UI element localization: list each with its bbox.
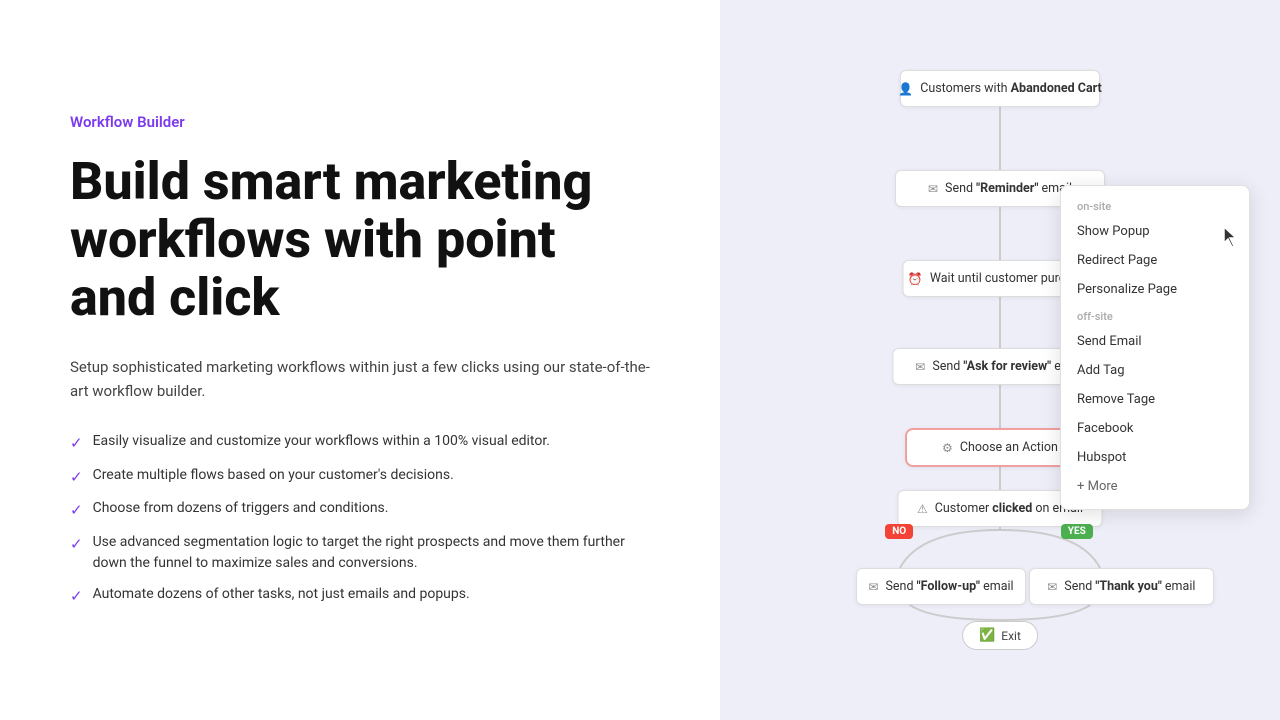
headline: Build smart marketing workflows with poi…: [70, 153, 650, 328]
remove-tag-item[interactable]: Remove Tage: [1061, 385, 1249, 414]
check-icon: ✓: [70, 585, 83, 608]
features-list: ✓ Easily visualize and customize your wo…: [70, 431, 650, 607]
thankyou-email-node: ✉ Send "Thank you" email: [1029, 568, 1214, 605]
workflow-label: Workflow Builder: [70, 113, 650, 131]
trigger-node: 👤 Customers with Abandoned Cart: [900, 70, 1100, 107]
send-email-item[interactable]: Send Email: [1061, 327, 1249, 356]
action-dropdown[interactable]: on-site Show Popup Redirect Page Persona…: [1060, 185, 1250, 510]
feature-item: ✓ Easily visualize and customize your wo…: [70, 431, 650, 455]
description: Setup sophisticated marketing workflows …: [70, 355, 650, 403]
offsite-section-label: off-site: [1061, 304, 1249, 327]
exit-node: ✅ Exit: [962, 621, 1038, 650]
left-panel: Workflow Builder Build smart marketing w…: [0, 0, 720, 720]
exit-icon: ✅: [979, 628, 995, 643]
onsite-section-label: on-site: [1061, 194, 1249, 217]
redirect-page-item[interactable]: Redirect Page: [1061, 246, 1249, 275]
action-icon: ⚙: [942, 441, 953, 455]
feature-item: ✓ Use advanced segmentation logic to tar…: [70, 532, 650, 574]
feature-item: ✓ Create multiple flows based on your cu…: [70, 465, 650, 489]
feature-item: ✓ Choose from dozens of triggers and con…: [70, 498, 650, 522]
clock-icon: ⏰: [908, 272, 923, 286]
email-icon-3: ✉: [868, 580, 878, 594]
followup-email-node: ✉ Send "Follow-up" email: [856, 568, 1026, 605]
email-icon: ✉: [928, 182, 938, 196]
yes-badge: YES: [1061, 524, 1093, 539]
right-panel: 👤 Customers with Abandoned Cart ✉ Send "…: [720, 0, 1280, 720]
user-icon: 👤: [898, 82, 913, 96]
hubspot-item[interactable]: Hubspot: [1061, 443, 1249, 472]
check-icon: ✓: [70, 466, 83, 489]
no-badge: NO: [885, 524, 913, 539]
email-icon-2: ✉: [915, 360, 925, 374]
check-icon: ✓: [70, 499, 83, 522]
alert-icon: ⚠: [917, 502, 928, 516]
personalize-page-item[interactable]: Personalize Page: [1061, 275, 1249, 304]
facebook-item[interactable]: Facebook: [1061, 414, 1249, 443]
add-tag-item[interactable]: Add Tag: [1061, 356, 1249, 385]
check-icon: ✓: [70, 533, 83, 556]
show-popup-item[interactable]: Show Popup: [1061, 217, 1249, 246]
more-item[interactable]: + More: [1061, 472, 1249, 501]
feature-item: ✓ Automate dozens of other tasks, not ju…: [70, 584, 650, 608]
email-icon-4: ✉: [1047, 580, 1057, 594]
check-icon: ✓: [70, 432, 83, 455]
